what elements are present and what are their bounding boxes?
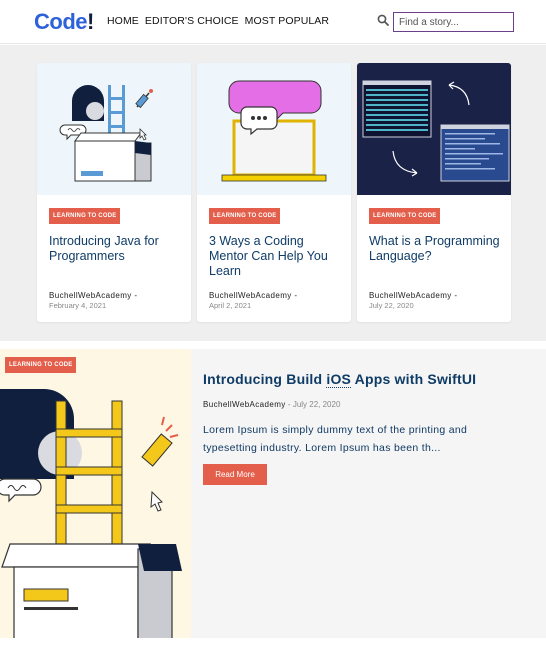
post-card-java[interactable]: LEARNING TO CODE Introducing Java for Pr… bbox=[37, 63, 191, 322]
logo-bang: ! bbox=[87, 9, 94, 34]
category-tag[interactable]: LEARNING TO CODE bbox=[5, 357, 77, 373]
featured-title[interactable]: Introducing Build iOS Apps with SwiftUI bbox=[203, 371, 477, 388]
category-tag[interactable]: LEARNING TO CODE bbox=[49, 208, 121, 224]
post-thumbnail[interactable] bbox=[357, 63, 511, 195]
post-date: April 2, 2021 bbox=[209, 301, 252, 310]
meta-separator: - bbox=[285, 400, 293, 409]
post-author[interactable]: BuchellWebAcademy bbox=[203, 400, 286, 409]
site-header: Code! HOME EDITOR'S CHOICE MOST POPULAR bbox=[0, 0, 546, 44]
logo-text: Code bbox=[34, 9, 88, 34]
code-screens-illustration bbox=[362, 80, 510, 182]
post-author[interactable]: BuchellWebAcademy - bbox=[49, 291, 137, 300]
post-author[interactable]: BuchellWebAcademy - bbox=[369, 291, 457, 300]
recent-posts: LEARNING TO CODE Introducing Java for Pr… bbox=[0, 45, 546, 341]
ios-abbreviation: iOS bbox=[326, 371, 352, 388]
nav-home[interactable]: HOME bbox=[107, 15, 139, 27]
featured-meta: BuchellWebAcademy - July 22, 2020 bbox=[203, 400, 340, 409]
post-title[interactable]: Introducing Java for Programmers bbox=[49, 234, 185, 264]
category-tag[interactable]: LEARNING TO CODE bbox=[369, 208, 441, 224]
nav-most-popular[interactable]: MOST POPULAR bbox=[245, 15, 329, 27]
site-logo[interactable]: Code! bbox=[34, 9, 94, 35]
post-card-programming-language[interactable]: LEARNING TO CODE What is a Programming L… bbox=[357, 63, 511, 322]
category-tag[interactable]: LEARNING TO CODE bbox=[209, 208, 281, 224]
featured-title-pre: Introducing Build bbox=[203, 371, 327, 387]
post-author[interactable]: BuchellWebAcademy - bbox=[209, 291, 297, 300]
featured-image[interactable]: LEARNING TO CODE bbox=[0, 349, 191, 638]
featured-post: LEARNING TO CODE Introducing Build iOS A… bbox=[0, 349, 546, 638]
post-thumbnail[interactable] bbox=[37, 63, 191, 195]
post-date: July 22, 2020 bbox=[292, 400, 341, 409]
laptop-chat-illustration bbox=[221, 80, 327, 182]
post-title[interactable]: 3 Ways a Coding Mentor Can Help You Lear… bbox=[209, 234, 345, 279]
box-ladder-illustration bbox=[0, 389, 182, 638]
box-ladder-illustration bbox=[59, 85, 153, 182]
post-date: February 4, 2021 bbox=[49, 301, 107, 310]
post-date: July 22, 2020 bbox=[369, 301, 414, 310]
nav-editors-choice[interactable]: EDITOR'S CHOICE bbox=[145, 15, 239, 27]
search-input[interactable] bbox=[393, 12, 514, 32]
main-nav: HOME EDITOR'S CHOICE MOST POPULAR bbox=[107, 15, 329, 27]
search-icon[interactable] bbox=[377, 14, 389, 26]
post-card-mentor[interactable]: LEARNING TO CODE 3 Ways a Coding Mentor … bbox=[197, 63, 351, 322]
featured-excerpt: Lorem Ipsum is simply dummy text of the … bbox=[203, 424, 468, 454]
read-more-button[interactable]: Read More bbox=[203, 464, 267, 485]
post-thumbnail[interactable] bbox=[197, 63, 351, 195]
post-title[interactable]: What is a Programming Language? bbox=[369, 234, 505, 264]
featured-title-post: Apps with SwiftUI bbox=[351, 371, 477, 387]
